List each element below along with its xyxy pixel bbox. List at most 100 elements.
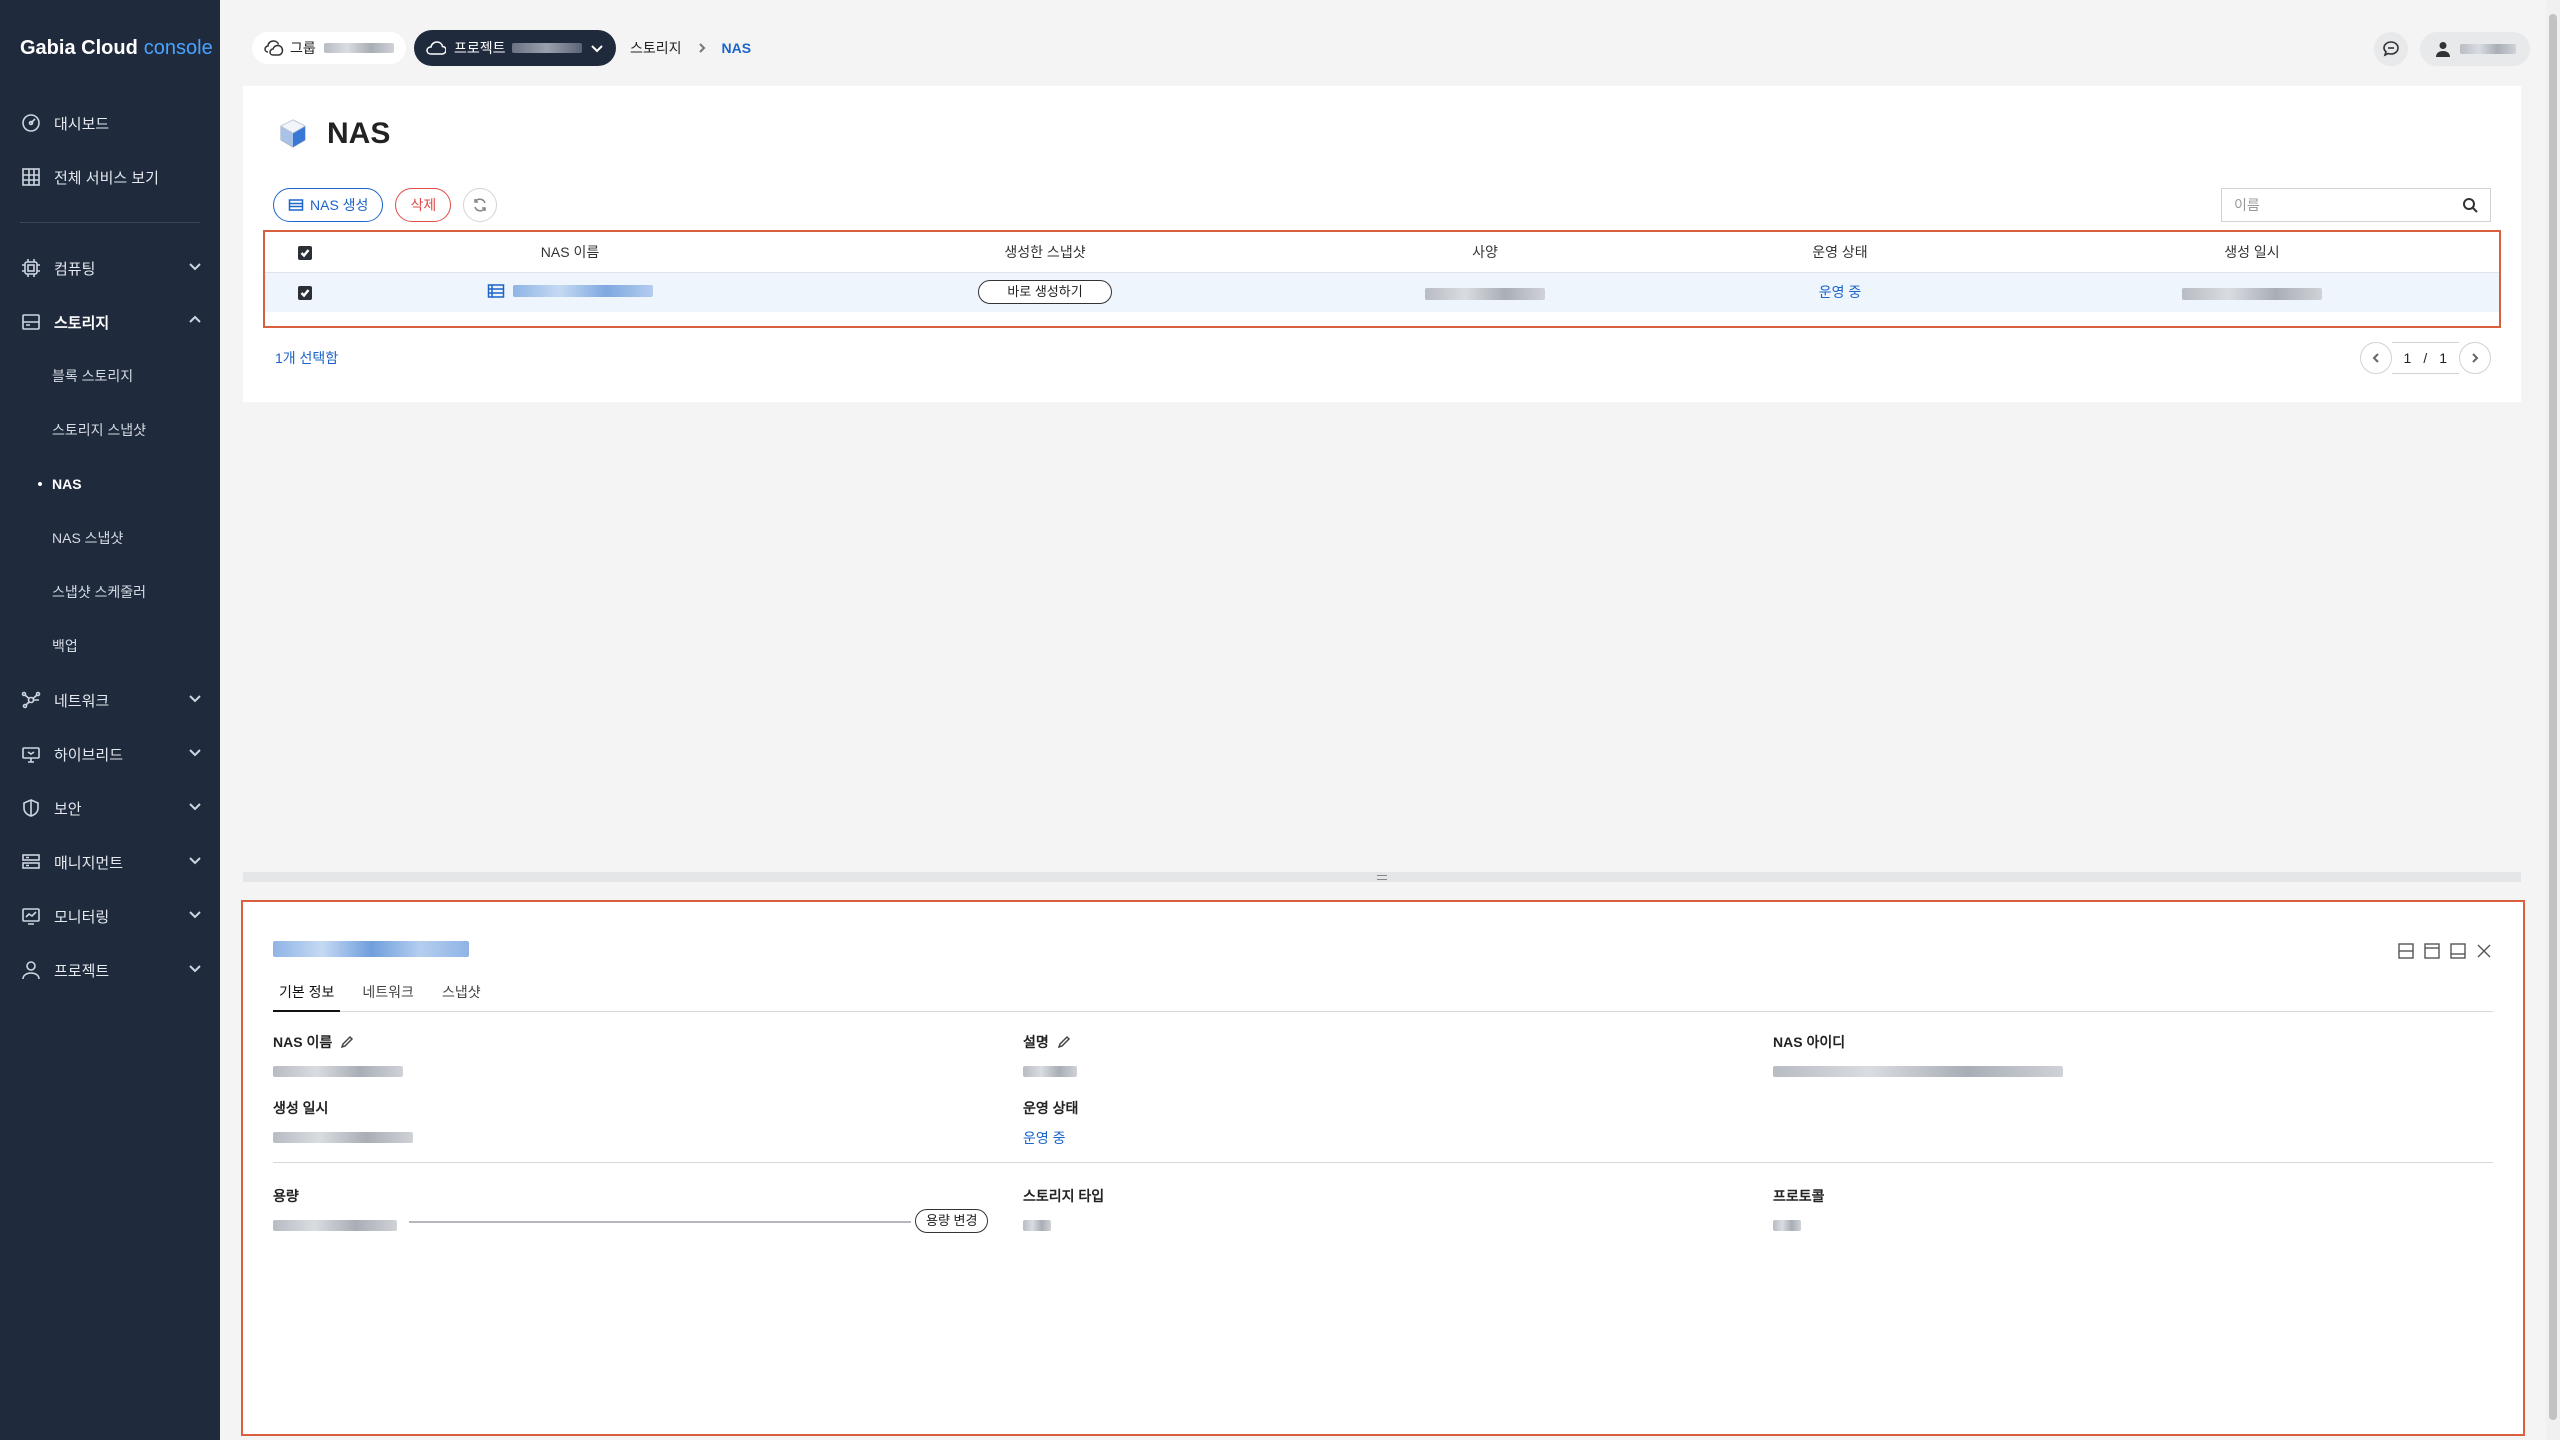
field-nas-name: NAS 이름 [273, 1032, 403, 1078]
panel-controls [2397, 942, 2493, 960]
sidebar-item-snapshot-scheduler[interactable]: 스냅샷 스케줄러 [0, 565, 220, 619]
row-select-cell [265, 272, 345, 312]
group-selector[interactable]: 그룹 [252, 32, 406, 64]
pagination: 1 / 1 [2359, 342, 2491, 374]
chevron-down-icon [188, 961, 202, 979]
search-input[interactable] [2234, 197, 2462, 213]
split-horizontal-icon[interactable] [2397, 942, 2415, 960]
chevron-down-icon [188, 745, 202, 763]
nav-network[interactable]: 네트워크 [0, 673, 220, 727]
col-nas-name[interactable]: NAS 이름 [345, 232, 795, 273]
status-value: 운영 중 [1023, 1130, 1066, 1146]
scrollbar-thumb[interactable] [2549, 14, 2557, 1420]
col-spec[interactable]: 사양 [1295, 232, 1675, 273]
nav-all-services[interactable]: 전체 서비스 보기 [0, 150, 220, 204]
change-capacity-button[interactable]: 용량 변경 [915, 1209, 989, 1233]
tab-basic-info[interactable]: 기본 정보 [273, 978, 341, 1012]
storage-icon [20, 311, 42, 333]
search-icon[interactable] [2462, 197, 2478, 213]
next-page-button[interactable] [2459, 342, 2491, 374]
project-selector[interactable]: 프로젝트 [414, 30, 616, 66]
brand-suffix: console [143, 36, 213, 59]
capacity-bar [409, 1221, 911, 1223]
field-created-at: 생성 일시 [273, 1098, 413, 1144]
user-menu-button[interactable] [2420, 32, 2530, 66]
sidebar-item-storage-snapshot[interactable]: 스토리지 스냅샷 [0, 403, 220, 457]
col-snapshot[interactable]: 생성한 스냅샷 [795, 232, 1295, 273]
spec-redacted [1425, 287, 1545, 300]
user-name-redacted [2460, 44, 2516, 54]
field-capacity: 용량 [273, 1186, 397, 1232]
delete-button[interactable]: 삭제 [395, 188, 452, 222]
chevron-left-icon [2372, 353, 2379, 363]
sidebar: Gabia Cloud console 대시보드 전체 서비스 보기 컴퓨팅 스… [0, 0, 220, 1440]
prev-page-button[interactable] [2359, 342, 2392, 374]
nav-management[interactable]: 매니지먼트 [0, 835, 220, 889]
sidebar-item-nas[interactable]: NAS [0, 457, 220, 511]
tab-network[interactable]: 네트워크 [356, 978, 420, 1012]
hybrid-icon [20, 743, 42, 765]
field-nas-id: NAS 아이디 [1773, 1032, 2063, 1078]
select-all-checkbox[interactable] [298, 245, 312, 260]
nas-id-value-redacted [1773, 1065, 2063, 1077]
sidebar-item-backup[interactable]: 백업 [0, 619, 220, 673]
group-icon [264, 40, 284, 56]
refresh-icon [474, 198, 487, 212]
chevron-down-icon [188, 907, 202, 925]
split-top-icon[interactable] [2423, 942, 2441, 960]
chat-button[interactable] [2374, 32, 2408, 66]
grip-icon [1377, 874, 1387, 880]
check-icon [300, 289, 310, 298]
breadcrumb-storage[interactable]: 스토리지 [630, 38, 682, 58]
sidebar-item-nas-snapshot[interactable]: NAS 스냅샷 [0, 511, 220, 565]
col-status[interactable]: 운영 상태 [1675, 232, 2005, 273]
nas-table: NAS 이름 생성한 스냅샷 사양 운영 상태 생성 일시 바로 생성하기 운영… [265, 232, 2499, 312]
description-value-redacted [1023, 1065, 1077, 1077]
server-icon [487, 284, 505, 298]
sidebar-divider [20, 222, 200, 223]
split-bottom-icon[interactable] [2449, 942, 2467, 960]
current-page: 1 [2403, 350, 2412, 366]
nav-dashboard[interactable]: 대시보드 [0, 96, 220, 150]
search-box [2221, 188, 2491, 222]
sidebar-item-block-storage[interactable]: 블록 스토리지 [0, 349, 220, 403]
nas-table-container: NAS 이름 생성한 스냅샷 사양 운영 상태 생성 일시 바로 생성하기 운영… [263, 230, 2501, 328]
create-nas-button[interactable]: NAS 생성 [273, 188, 384, 222]
chevron-down-icon [188, 259, 202, 277]
table-row[interactable]: 바로 생성하기 운영 중 [265, 272, 2499, 312]
grid-icon [20, 166, 42, 188]
col-created-at[interactable]: 생성 일시 [2005, 232, 2499, 273]
close-icon[interactable] [2475, 942, 2493, 960]
page-scrollbar[interactable] [2546, 0, 2560, 1440]
nav-computing[interactable]: 컴퓨팅 [0, 241, 220, 295]
cpu-icon [20, 257, 42, 279]
edit-pencil-icon[interactable] [1057, 1035, 1071, 1049]
nas-detail-panel: 기본 정보 네트워크 스냅샷 NAS 이름 설명 NAS 아이디 생성 일시 운… [241, 900, 2525, 1436]
nav-hybrid[interactable]: 하이브리드 [0, 727, 220, 781]
nas-name-value-redacted [273, 1065, 403, 1077]
panel-resize-handle[interactable] [243, 872, 2521, 882]
nav-project[interactable]: 프로젝트 [0, 943, 220, 997]
nav-monitoring[interactable]: 모니터링 [0, 889, 220, 943]
create-snapshot-button[interactable]: 바로 생성하기 [978, 280, 1112, 305]
edit-pencil-icon[interactable] [340, 1035, 354, 1049]
dashboard-icon [20, 112, 42, 134]
chevron-right-icon [2472, 353, 2479, 363]
network-icon [20, 689, 42, 711]
refresh-button[interactable] [463, 188, 498, 222]
tab-snapshot[interactable]: 스냅샷 [436, 978, 487, 1012]
row-checkbox[interactable] [298, 286, 312, 301]
list-toolbar: NAS 생성 삭제 [273, 188, 498, 222]
brand-logo[interactable]: Gabia Cloud console [0, 0, 220, 96]
detail-name-redacted [273, 940, 469, 957]
row-status-cell: 운영 중 [1675, 272, 2005, 312]
status-text: 운영 중 [1818, 284, 1862, 301]
detail-divider [273, 1162, 2493, 1163]
nav-storage[interactable]: 스토리지 [0, 295, 220, 349]
field-status: 운영 상태 운영 중 [1023, 1100, 1079, 1146]
nas-list-panel: NAS NAS 생성 삭제 NAS 이름 생성한 스냅샷 사양 [243, 86, 2521, 402]
field-description: 설명 [1023, 1032, 1077, 1078]
nas-name-link[interactable] [487, 282, 653, 300]
select-all-cell [265, 232, 345, 273]
nav-security[interactable]: 보안 [0, 781, 220, 835]
